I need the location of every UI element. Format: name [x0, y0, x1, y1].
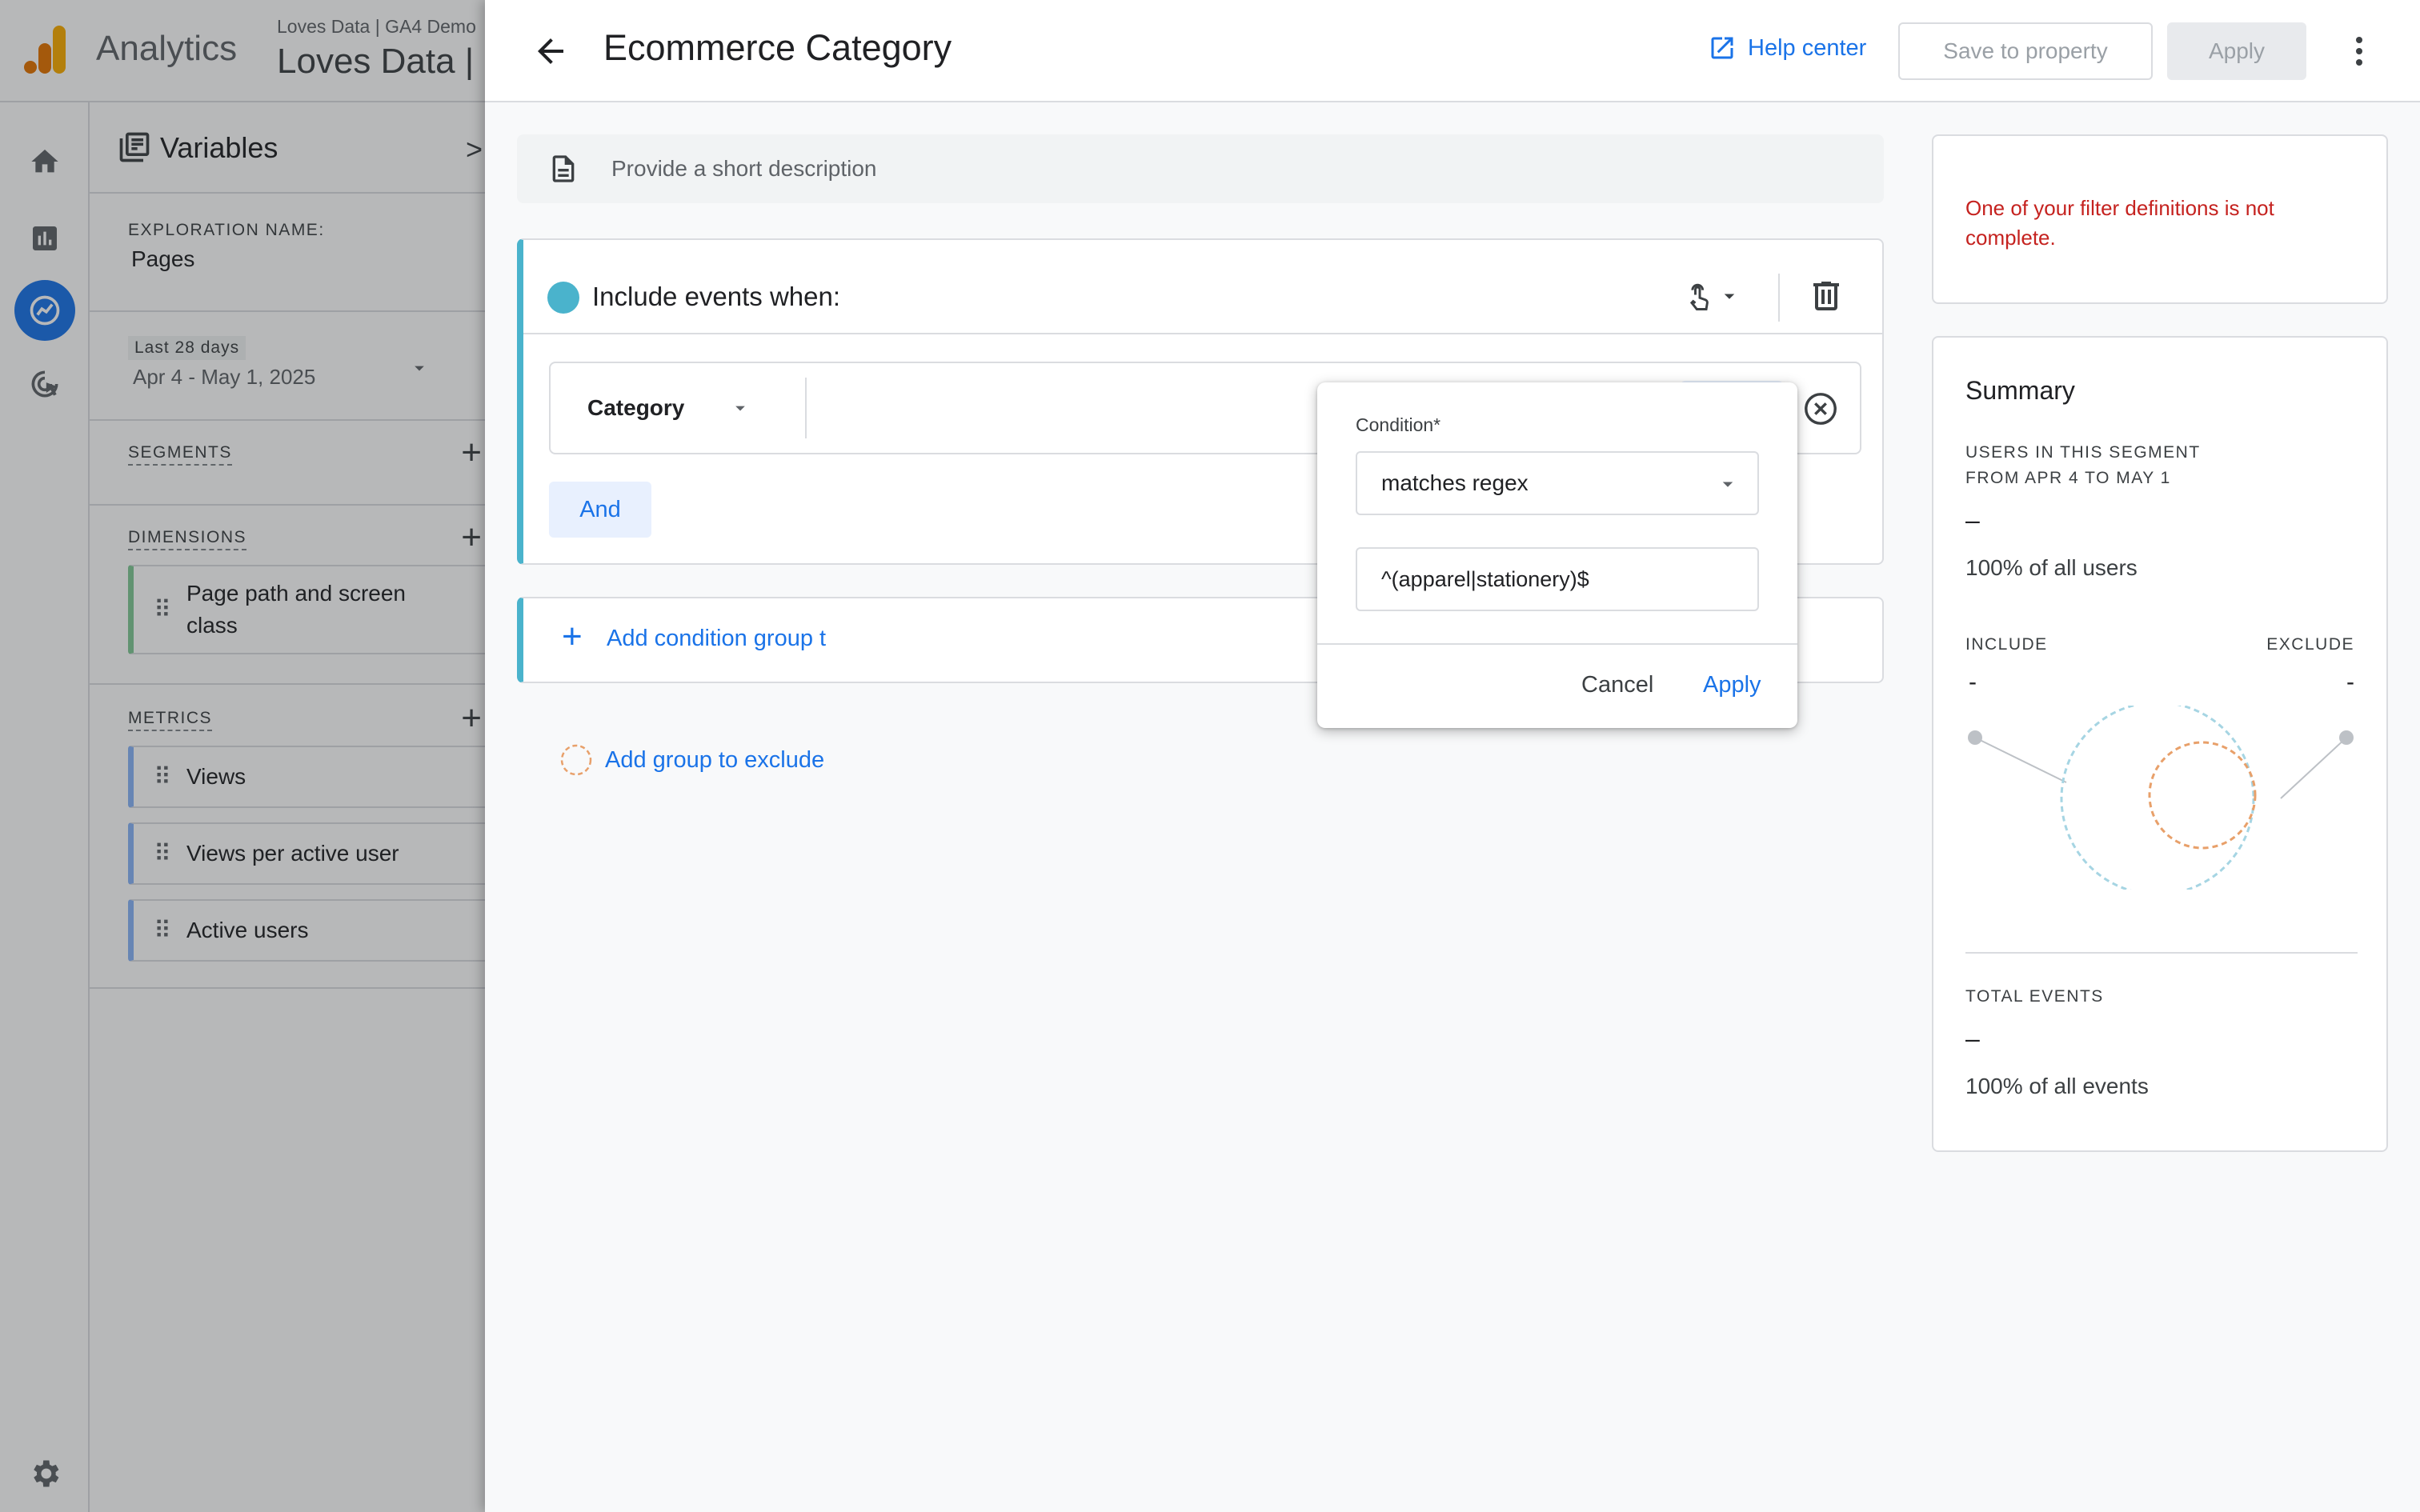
- segment-color-dot: [547, 282, 579, 314]
- exclude-circle: [2148, 741, 2257, 850]
- modal-scrim[interactable]: [0, 0, 485, 1512]
- condition-label: Condition*: [1356, 414, 1441, 435]
- open-in-new-icon: [1708, 34, 1737, 62]
- include-circle: [2060, 706, 2255, 890]
- scope-selector[interactable]: [1682, 277, 1741, 315]
- apply-button[interactable]: Apply: [2167, 22, 2306, 80]
- include-leader-line: [1974, 737, 2067, 783]
- condition-operator-select[interactable]: matches regex: [1356, 451, 1759, 515]
- chevron-down-icon: [1717, 284, 1741, 308]
- users-percent: 100% of all users: [1965, 555, 2138, 580]
- exclude-dashed-circle-icon: [559, 742, 594, 778]
- events-value: –: [1965, 1024, 1980, 1053]
- dimension-selector[interactable]: Category: [551, 363, 805, 453]
- users-in-segment-label: USERS IN THIS SEGMENT: [1965, 443, 2201, 462]
- description-field[interactable]: Provide a short description: [517, 134, 1884, 203]
- save-to-property-button[interactable]: Save to property: [1898, 22, 2153, 80]
- add-group-to-exclude-label: Add group to exclude: [605, 746, 825, 773]
- exclude-leader-line: [2280, 737, 2347, 799]
- users-date-range-label: FROM APR 4 TO MAY 1: [1965, 469, 2171, 487]
- users-value: –: [1965, 506, 1980, 534]
- summary-title: Summary: [1965, 376, 2075, 405]
- exclude-leader-dot: [2339, 730, 2354, 745]
- include-leader-dot: [1968, 730, 1982, 745]
- condition-popup: Condition* matches regex ^(apparel|stati…: [1317, 382, 1797, 728]
- help-center-link[interactable]: Help center: [1708, 34, 1866, 62]
- condition-operator-value: matches regex: [1381, 470, 1529, 495]
- description-placeholder: Provide a short description: [611, 156, 877, 181]
- add-group-to-exclude-link[interactable]: Add group to exclude: [559, 742, 824, 778]
- events-percent: 100% of all events: [1965, 1074, 2149, 1098]
- add-condition-group-label: Add condition group t: [607, 626, 827, 651]
- cancel-button[interactable]: Cancel: [1581, 672, 1653, 698]
- more-vert-icon[interactable]: [2340, 32, 2378, 70]
- remove-condition-icon[interactable]: [1802, 390, 1839, 427]
- error-message: One of your filter definitions is not co…: [1965, 196, 2274, 250]
- description-icon: [547, 153, 579, 185]
- touch-app-icon: [1682, 277, 1717, 315]
- error-card: One of your filter definitions is not co…: [1932, 134, 2388, 304]
- editor-header: Ecommerce Category Help center Save to p…: [485, 0, 2420, 102]
- include-heading: Include events when:: [592, 282, 841, 311]
- and-button[interactable]: And: [549, 482, 651, 538]
- segment-title[interactable]: Ecommerce Category: [603, 27, 952, 69]
- dimension-selector-label: Category: [587, 395, 685, 420]
- include-label: INCLUDE: [1965, 635, 2048, 654]
- delete-group-icon[interactable]: [1807, 277, 1845, 315]
- chevron-down-icon: [729, 397, 751, 419]
- segment-venn-diagram: [1957, 706, 2366, 890]
- add-icon: +: [562, 617, 583, 656]
- summary-card: Summary USERS IN THIS SEGMENT FROM APR 4…: [1932, 336, 2388, 1152]
- regex-value-input[interactable]: ^(apparel|stationery)$: [1356, 547, 1759, 611]
- exclude-label: EXCLUDE: [2266, 635, 2354, 654]
- total-events-label: TOTAL EVENTS: [1965, 987, 2104, 1006]
- exclude-value: -: [2346, 669, 2354, 695]
- back-arrow-icon[interactable]: [531, 32, 570, 70]
- chevron-down-icon: [1716, 472, 1740, 496]
- include-value: -: [1969, 669, 1977, 695]
- popup-apply-button[interactable]: Apply: [1703, 672, 1761, 698]
- help-center-label: Help center: [1748, 34, 1867, 61]
- segment-editor-panel: Ecommerce Category Help center Save to p…: [485, 0, 2420, 1512]
